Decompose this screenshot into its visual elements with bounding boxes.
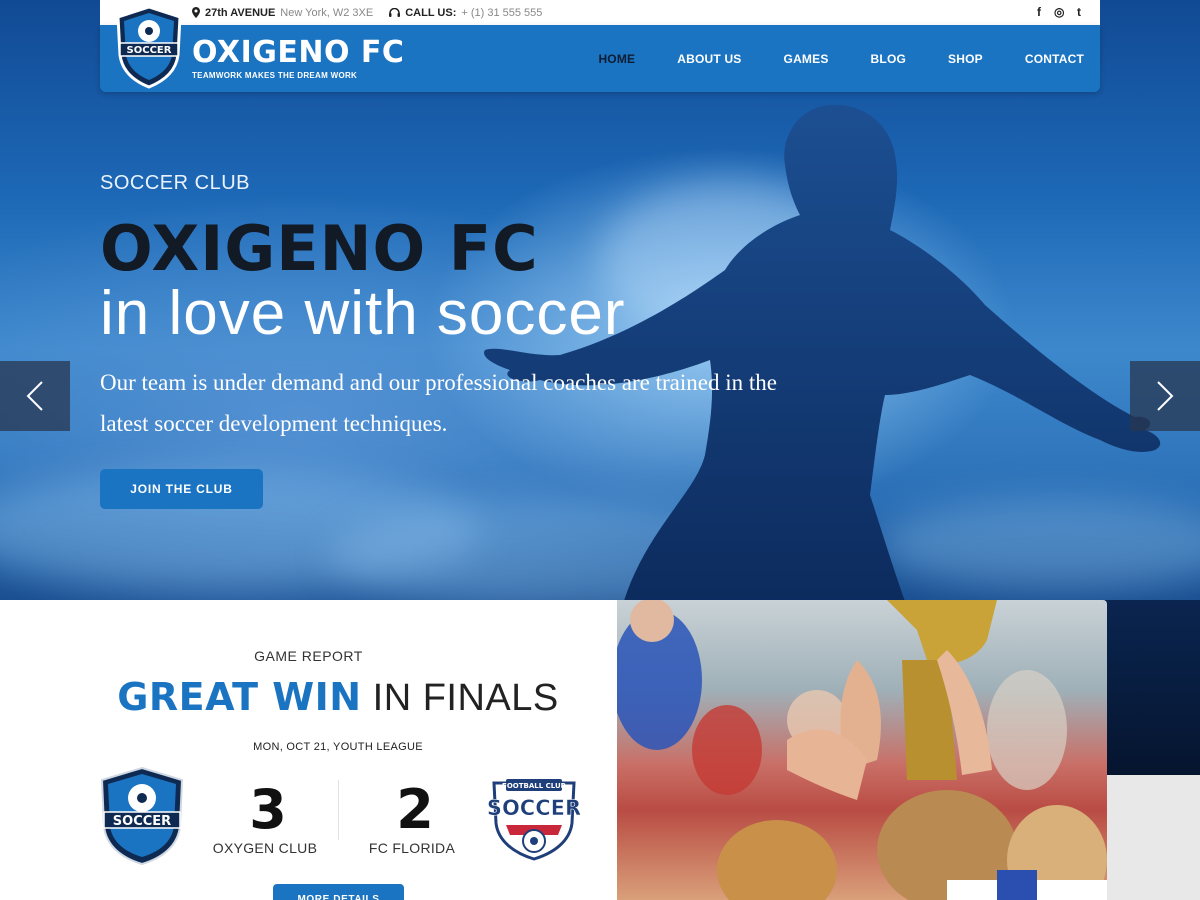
map-pin-icon (192, 7, 200, 18)
facebook-icon[interactable]: f (1034, 5, 1044, 19)
chevron-left-icon (26, 381, 43, 411)
report-title: GREAT WIN IN FINALS (0, 675, 676, 720)
hero-headline: OXIGENO FC (100, 212, 539, 285)
chevron-right-icon (1157, 381, 1174, 411)
phone-label: CALL US: (405, 6, 457, 19)
phone-info: CALL US: + (1) 31 555 555 (389, 7, 542, 19)
brand-tagline: TEAMWORK MAKES THE DREAM WORK (192, 71, 358, 80)
nav-shop[interactable]: SHOP (948, 52, 983, 66)
top-info-bar: 27th AVENUE New York, W2 3XE CALL US: + … (100, 0, 1100, 25)
game-report-section: GAME REPORT GREAT WIN IN FINALS MON, OCT… (0, 600, 617, 900)
player-silhouette (484, 104, 1161, 615)
report-date: MON, OCT 21, YOUTH LEAGUE (253, 741, 423, 753)
report-kicker: GAME REPORT (254, 648, 363, 664)
nav-blog[interactable]: BLOG (871, 52, 906, 66)
away-score: 2 (396, 778, 434, 841)
report-title-light: IN FINALS (372, 677, 559, 719)
nav-home[interactable]: HOME (598, 52, 635, 66)
nav-about-us[interactable]: ABOUT US (677, 52, 741, 66)
main-menu: HOME ABOUT US GAMES BLOG SHOP CONTACT (556, 25, 1084, 92)
hero-kicker: SOCCER CLUB (100, 172, 250, 194)
brand-name: OXIGENO FC (192, 35, 405, 70)
club-logo[interactable]: SOCCER (114, 5, 184, 89)
address-info: 27th AVENUE New York, W2 3XE (192, 7, 373, 19)
away-team-logo: FOOTBALL CLUB SOCCER (487, 779, 581, 861)
logo-text: SOCCER (127, 45, 172, 56)
slider-prev-button[interactable] (0, 361, 70, 431)
home-team-logo: SOCCER (100, 766, 184, 866)
slider-next-button[interactable] (1130, 361, 1200, 431)
hero-grass (1105, 600, 1200, 775)
away-logo-top: FOOTBALL CLUB (502, 782, 566, 790)
brand[interactable]: OXIGENO FC TEAMWORK MAKES THE DREAM WORK (192, 35, 405, 81)
address-rest: New York, W2 3XE (280, 6, 374, 19)
report-title-strong: GREAT WIN (117, 675, 362, 719)
instagram-icon[interactable]: ◎ (1054, 5, 1064, 19)
home-score: 3 (249, 778, 287, 841)
hero-subhead: in love with soccer (100, 279, 626, 348)
join-club-button[interactable]: JOIN THE CLUB (100, 469, 263, 509)
score-divider (338, 780, 339, 840)
away-logo-text: SOCCER (487, 796, 581, 820)
home-team-name: OXYGEN CLUB (212, 840, 318, 856)
trophy-photo-art (617, 600, 1107, 900)
nav-games[interactable]: GAMES (784, 52, 829, 66)
phone-value: + (1) 31 555 555 (461, 6, 543, 19)
headset-icon (389, 7, 401, 17)
more-details-button[interactable]: MORE DETAILS (273, 884, 404, 900)
address-strong: 27th AVENUE (205, 6, 276, 19)
photo-side-panel (1107, 775, 1200, 900)
nav-contact[interactable]: CONTACT (1025, 52, 1084, 66)
trophy-photo (617, 600, 1107, 900)
hero-lead: Our team is under demand and our profess… (100, 370, 777, 436)
main-navbar: SOCCER OXIGENO FC TEAMWORK MAKES THE DRE… (100, 5, 1100, 92)
home-logo-text: SOCCER (113, 814, 171, 829)
away-team-name: FC FLORIDA (368, 840, 456, 856)
twitter-icon[interactable]: t (1074, 5, 1084, 19)
social-links: f ◎ t (1034, 5, 1084, 19)
